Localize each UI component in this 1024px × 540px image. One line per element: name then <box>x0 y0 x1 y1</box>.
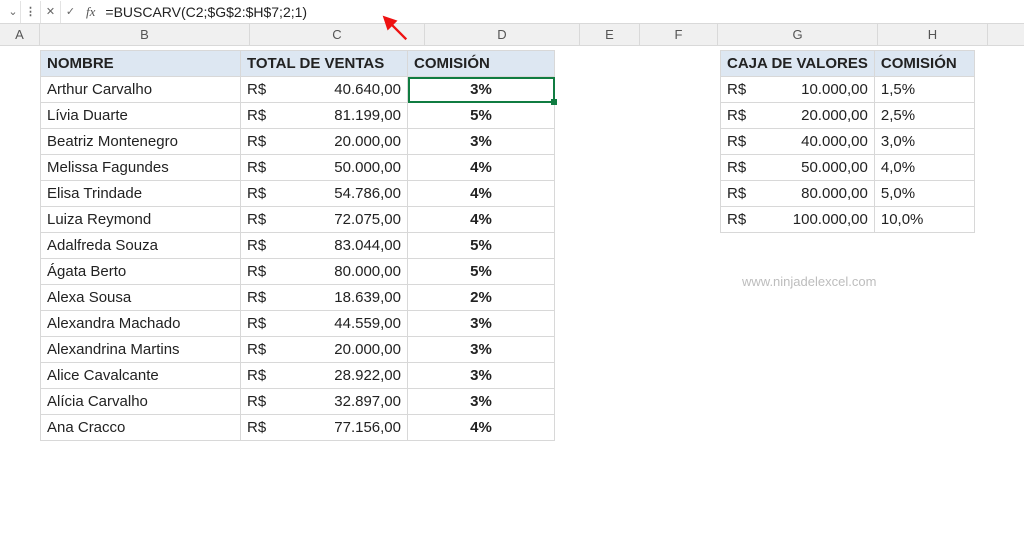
cell-name[interactable]: Arthur Carvalho <box>41 77 241 103</box>
cell-caja[interactable]: R$50.000,00 <box>721 155 875 181</box>
header-caja[interactable]: CAJA DE VALORES <box>721 51 875 77</box>
cell-comision[interactable]: 5% <box>408 103 555 129</box>
col-header-h[interactable]: H <box>878 24 988 45</box>
table-row: Adalfreda SouzaR$83.044,005% <box>41 233 555 259</box>
cell-caja[interactable]: R$80.000,00 <box>721 181 875 207</box>
cell-total[interactable]: R$54.786,00 <box>241 181 408 207</box>
cell-comision[interactable]: 2% <box>408 285 555 311</box>
sales-table: NOMBRE TOTAL DE VENTAS COMISIÓN Arthur C… <box>40 50 555 441</box>
col-header-a[interactable]: A <box>0 24 40 45</box>
cell-name[interactable]: Ana Cracco <box>41 415 241 441</box>
table-row: Lívia DuarteR$81.199,005% <box>41 103 555 129</box>
table-row: Alice CavalcanteR$28.922,003% <box>41 363 555 389</box>
cell-name[interactable]: Melissa Fagundes <box>41 155 241 181</box>
table-row: Alícia CarvalhoR$32.897,003% <box>41 389 555 415</box>
cell-comision[interactable]: 3% <box>408 337 555 363</box>
cell-name[interactable]: Alexandra Machado <box>41 311 241 337</box>
cell-comision[interactable]: 5% <box>408 233 555 259</box>
name-box-dropdown-icon[interactable]: ⌄ <box>0 1 20 23</box>
cell-comision-side[interactable]: 1,5% <box>874 77 974 103</box>
table-row: Arthur CarvalhoR$40.640,003% <box>41 77 555 103</box>
lookup-table: CAJA DE VALORES COMISIÓN R$10.000,001,5%… <box>720 50 975 233</box>
cell-total[interactable]: R$72.075,00 <box>241 207 408 233</box>
formula-input[interactable]: =BUSCARV(C2;$G$2:$H$7;2;1) <box>101 4 1024 20</box>
column-headers: A B C D E F G H <box>0 24 1024 46</box>
cell-total[interactable]: R$18.639,00 <box>241 285 408 311</box>
cell-comision[interactable]: 5% <box>408 259 555 285</box>
cell-comision[interactable]: 4% <box>408 155 555 181</box>
col-header-f[interactable]: F <box>640 24 718 45</box>
cell-total[interactable]: R$44.559,00 <box>241 311 408 337</box>
header-nombre[interactable]: NOMBRE <box>41 51 241 77</box>
table-row: R$10.000,001,5% <box>721 77 975 103</box>
table-row: R$100.000,0010,0% <box>721 207 975 233</box>
cell-name[interactable]: Lívia Duarte <box>41 103 241 129</box>
worksheet-area[interactable]: NOMBRE TOTAL DE VENTAS COMISIÓN Arthur C… <box>0 46 1024 540</box>
table-row: Luiza ReymondR$72.075,004% <box>41 207 555 233</box>
cell-comision-side[interactable]: 4,0% <box>874 155 974 181</box>
cell-total[interactable]: R$20.000,00 <box>241 337 408 363</box>
fx-label[interactable]: fx <box>80 4 101 20</box>
table-row: Beatriz MontenegroR$20.000,003% <box>41 129 555 155</box>
cell-total[interactable]: R$83.044,00 <box>241 233 408 259</box>
cell-name[interactable]: Alícia Carvalho <box>41 389 241 415</box>
cell-name[interactable]: Adalfreda Souza <box>41 233 241 259</box>
table-row: Elisa TrindadeR$54.786,004% <box>41 181 555 207</box>
cell-comision[interactable]: 3% <box>408 363 555 389</box>
cell-caja[interactable]: R$20.000,00 <box>721 103 875 129</box>
cell-comision[interactable]: 4% <box>408 415 555 441</box>
table-row: Alexandra MachadoR$44.559,003% <box>41 311 555 337</box>
table-row: Melissa FagundesR$50.000,004% <box>41 155 555 181</box>
cell-name[interactable]: Alexa Sousa <box>41 285 241 311</box>
cell-comision-side[interactable]: 10,0% <box>874 207 974 233</box>
cell-total[interactable]: R$77.156,00 <box>241 415 408 441</box>
cell-name[interactable]: Ágata Berto <box>41 259 241 285</box>
cell-comision[interactable]: 4% <box>408 207 555 233</box>
cell-name[interactable]: Alexandrina Martins <box>41 337 241 363</box>
col-header-d[interactable]: D <box>425 24 580 45</box>
table-row: Alexa SousaR$18.639,002% <box>41 285 555 311</box>
col-header-g[interactable]: G <box>718 24 878 45</box>
cell-name[interactable]: Beatriz Montenegro <box>41 129 241 155</box>
cell-total[interactable]: R$80.000,00 <box>241 259 408 285</box>
header-comision[interactable]: COMISIÓN <box>408 51 555 77</box>
cell-name[interactable]: Elisa Trindade <box>41 181 241 207</box>
table-row: Ágata BertoR$80.000,005% <box>41 259 555 285</box>
cell-total[interactable]: R$28.922,00 <box>241 363 408 389</box>
cell-comision[interactable]: 3% <box>408 311 555 337</box>
cell-total[interactable]: R$50.000,00 <box>241 155 408 181</box>
cell-total[interactable]: R$81.199,00 <box>241 103 408 129</box>
cell-comision-side[interactable]: 3,0% <box>874 129 974 155</box>
col-header-e[interactable]: E <box>580 24 640 45</box>
table-row: R$80.000,005,0% <box>721 181 975 207</box>
cell-total[interactable]: R$32.897,00 <box>241 389 408 415</box>
cell-comision[interactable]: 3% <box>408 129 555 155</box>
watermark: www.ninjadelexcel.com <box>742 274 876 289</box>
table-row: Alexandrina MartinsR$20.000,003% <box>41 337 555 363</box>
table-row: Ana CraccoR$77.156,004% <box>41 415 555 441</box>
cell-caja[interactable]: R$40.000,00 <box>721 129 875 155</box>
cell-total[interactable]: R$40.640,00 <box>241 77 408 103</box>
cell-total[interactable]: R$20.000,00 <box>241 129 408 155</box>
cancel-icon[interactable]: ✕ <box>40 1 60 23</box>
cell-caja[interactable]: R$100.000,00 <box>721 207 875 233</box>
table-row: R$50.000,004,0% <box>721 155 975 181</box>
table-row: R$20.000,002,5% <box>721 103 975 129</box>
cell-name[interactable]: Alice Cavalcante <box>41 363 241 389</box>
cell-comision-side[interactable]: 5,0% <box>874 181 974 207</box>
cell-comision[interactable]: 3% <box>408 389 555 415</box>
cell-comision-side[interactable]: 2,5% <box>874 103 974 129</box>
cell-comision[interactable]: 4% <box>408 181 555 207</box>
accept-icon[interactable]: ✓ <box>60 1 80 23</box>
col-header-c[interactable]: C <box>250 24 425 45</box>
cell-name[interactable]: Luiza Reymond <box>41 207 241 233</box>
formula-bar: ⌄ ⋮ ✕ ✓ fx =BUSCARV(C2;$G$2:$H$7;2;1) <box>0 0 1024 24</box>
cell-comision[interactable]: 3% <box>408 77 555 103</box>
col-header-b[interactable]: B <box>40 24 250 45</box>
table-row: R$40.000,003,0% <box>721 129 975 155</box>
header-comision-side[interactable]: COMISIÓN <box>874 51 974 77</box>
header-total[interactable]: TOTAL DE VENTAS <box>241 51 408 77</box>
cell-caja[interactable]: R$10.000,00 <box>721 77 875 103</box>
